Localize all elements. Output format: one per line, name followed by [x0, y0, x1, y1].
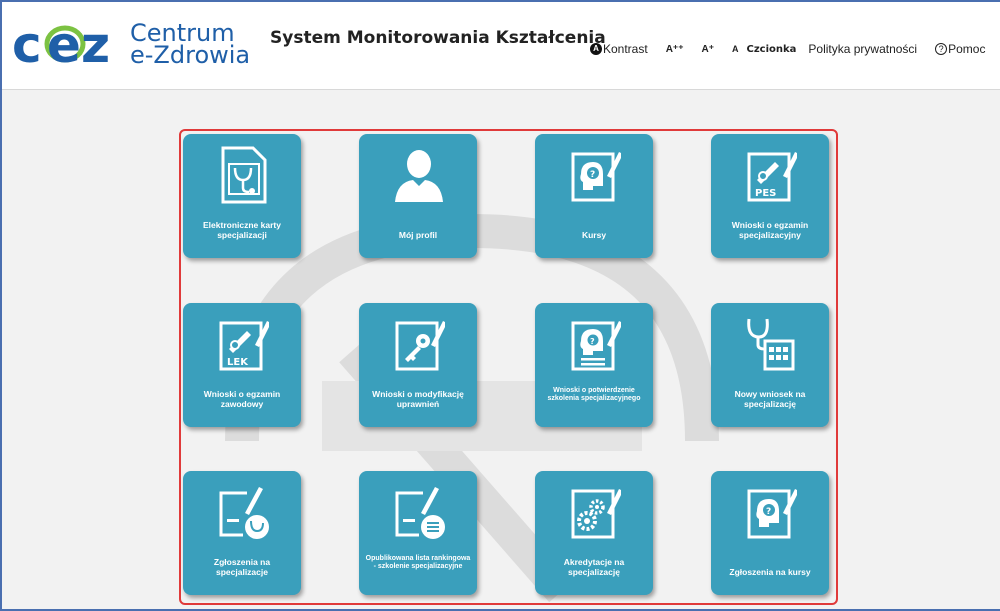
- head-question-pen-icon: ?: [747, 489, 797, 539]
- tile-label: Mój profil: [398, 230, 438, 240]
- tile-label: Akredytacje na specjalizację: [563, 557, 625, 577]
- pes-certificate-pen-icon: PES: [747, 152, 797, 202]
- tile-label: Wnioski o potwierdzenie szkolenia specja…: [547, 387, 641, 402]
- contrast-button[interactable]: A Kontrast: [590, 42, 648, 56]
- user-profile-icon: [395, 150, 443, 202]
- tile-course-registrations[interactable]: ? Zgłoszenia na kursy: [711, 471, 829, 595]
- tile-label: Elektroniczne karty specjalizacji: [203, 220, 281, 240]
- svg-text:e: e: [47, 16, 81, 74]
- tile-professional-exam[interactable]: LEK Wnioski o egzamin zawodowy: [183, 303, 301, 427]
- tile-label: Zgłoszenia na kursy: [729, 567, 811, 577]
- head-question-pen-icon: ?: [571, 152, 621, 202]
- tile-my-profile[interactable]: Mój profil: [359, 134, 477, 258]
- svg-text:z: z: [81, 16, 110, 74]
- logo-line2: e-Zdrowia: [130, 41, 251, 69]
- key-pen-icon: [395, 321, 445, 371]
- tile-specialization-registrations[interactable]: Zgłoszenia na specjalizacje: [183, 471, 301, 595]
- svg-text:?: ?: [590, 170, 595, 180]
- stethoscope-calendar-icon: [747, 318, 795, 371]
- tile-new-specialization-application[interactable]: Nowy wniosek na specjalizację: [711, 303, 829, 427]
- top-nav: A Kontrast A⁺⁺ A⁺ A Czcionka Polityka pr…: [590, 42, 1000, 56]
- tile-label: Kursy: [581, 230, 607, 240]
- tile-electronic-cards[interactable]: Elektroniczne karty specjalizacji: [183, 134, 301, 258]
- tile-label: Wnioski o egzamin specjalizacyjny: [731, 220, 809, 240]
- contrast-icon: A: [590, 43, 602, 55]
- pen-list-icon: [395, 487, 445, 539]
- system-title: System Monitorowania Kształcenia: [270, 28, 606, 48]
- help-icon: ?: [935, 43, 948, 55]
- gears-pen-icon: [571, 489, 621, 539]
- tile-ranking-list[interactable]: Opublikowana lista rankingowa - szkoleni…: [359, 471, 477, 595]
- sim-card-stethoscope-icon: [221, 146, 267, 204]
- tile-label: Wnioski o egzamin zawodowy: [203, 389, 281, 409]
- font-medium-button[interactable]: A⁺: [701, 44, 714, 55]
- cez-logo-icon: c e z: [12, 16, 110, 74]
- svg-text:PES: PES: [755, 188, 776, 199]
- lek-certificate-pen-icon: LEK: [219, 321, 269, 371]
- app-window: c e z Centrum e-Zdrowia System Monitorow…: [0, 0, 1000, 611]
- tile-label: Zgłoszenia na specjalizacje: [213, 557, 271, 577]
- cez-logo[interactable]: c e z Centrum e-Zdrowia: [12, 10, 252, 82]
- font-large-button[interactable]: A⁺⁺: [666, 44, 684, 55]
- contrast-label: Kontrast: [603, 42, 648, 56]
- help-link[interactable]: ? Pomoc: [935, 42, 985, 56]
- tile-label: Opublikowana lista rankingowa - szkoleni…: [365, 555, 471, 570]
- tile-label: Wnioski o modyfikację uprawnień: [372, 389, 464, 409]
- tile-accreditations[interactable]: Akredytacje na specjalizację: [535, 471, 653, 595]
- font-small-button[interactable]: A: [732, 44, 739, 54]
- tile-training-confirmation[interactable]: ? Wnioski o potwierdzenie szkolenia spec…: [535, 303, 653, 427]
- tile-permission-modification[interactable]: Wnioski o modyfikację uprawnień: [359, 303, 477, 427]
- font-label: Czcionka: [746, 43, 797, 55]
- tile-specialization-exam[interactable]: PES Wnioski o egzamin specjalizacyjny: [711, 134, 829, 258]
- head-question-list-pen-icon: ?: [571, 321, 621, 371]
- svg-text:c: c: [12, 16, 42, 74]
- header: c e z Centrum e-Zdrowia System Monitorow…: [2, 2, 1000, 90]
- svg-text:?: ?: [590, 337, 595, 346]
- main-content: Elektroniczne karty specjalizacji Mój pr…: [2, 91, 1000, 609]
- help-label: Pomoc: [948, 42, 986, 56]
- logo-text: Centrum e-Zdrowia: [130, 21, 251, 69]
- pen-stethoscope-icon: [219, 487, 269, 539]
- svg-text:?: ?: [766, 507, 771, 517]
- svg-text:LEK: LEK: [227, 357, 249, 368]
- privacy-link[interactable]: Polityka prywatności: [808, 42, 917, 56]
- tile-courses[interactable]: ? Kursy: [535, 134, 653, 258]
- tile-label: Nowy wniosek na specjalizację: [734, 389, 806, 409]
